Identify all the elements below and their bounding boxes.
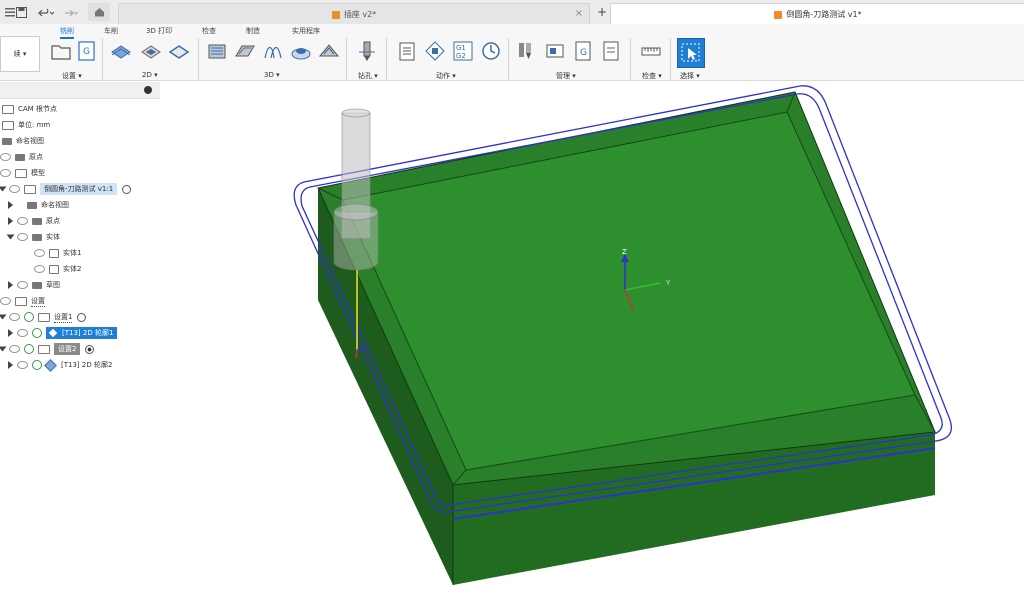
tool-cutter-top bbox=[333, 203, 379, 221]
tool-axis-y bbox=[355, 349, 358, 359]
tool-cutter bbox=[333, 211, 379, 271]
tool-top bbox=[341, 108, 371, 118]
3d-viewport[interactable]: Z Y bbox=[0, 0, 1024, 602]
axis-z-label: Z bbox=[622, 248, 627, 256]
axis-y-label: Y bbox=[665, 279, 671, 287]
